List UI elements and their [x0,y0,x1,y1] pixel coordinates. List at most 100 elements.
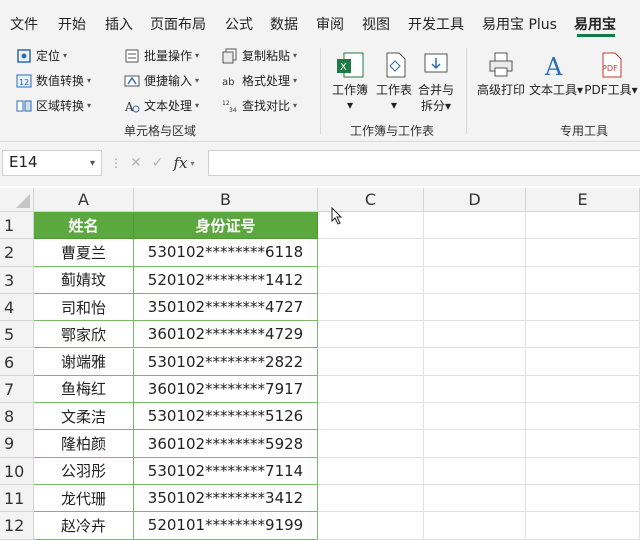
empty-cell[interactable] [526,293,640,322]
name-cell[interactable]: 鄂家欣 [34,321,134,349]
copy-paste-button[interactable]: 复制粘贴 ▾ [222,47,297,64]
id-number-cell[interactable]: 350102********4727 [134,293,318,322]
text-process-button[interactable]: A 文本处理 ▾ [124,97,199,114]
empty-cell[interactable] [424,348,526,376]
empty-cell[interactable] [318,375,424,404]
tab-data[interactable]: 数据 [270,14,298,34]
empty-cell[interactable] [526,512,640,540]
empty-cell[interactable] [318,430,424,458]
row-header[interactable]: 3 [0,266,34,294]
empty-cell[interactable] [526,485,640,513]
id-number-cell[interactable]: 350102********3412 [134,485,318,513]
row-header[interactable]: 9 [0,430,34,458]
empty-cell[interactable] [318,512,424,540]
id-number-cell[interactable]: 530102********7114 [134,457,318,485]
empty-cell[interactable] [424,239,526,267]
id-number-cell[interactable]: 360102********5928 [134,430,318,458]
id-number-cell[interactable]: 520102********1412 [134,266,318,294]
empty-cell[interactable] [318,266,424,294]
insert-function-icon[interactable]: fx [173,154,187,172]
empty-cell[interactable] [526,403,640,431]
tab-yiyongbao[interactable]: 易用宝 [574,14,616,34]
tab-file[interactable]: 文件 [10,14,38,34]
worksheet-button[interactable]: 工作表 ▾ [372,48,416,112]
name-box[interactable]: E14 ▾ [2,150,102,176]
name-cell[interactable]: 司和怡 [34,293,134,322]
empty-cell[interactable] [424,375,526,404]
name-cell[interactable]: 蓟婧玟 [34,266,134,294]
workbook-button[interactable]: X 工作簿 ▾ [328,48,372,112]
empty-cell[interactable] [526,457,640,485]
find-compare-button[interactable]: 12 34 查找对比 ▾ [222,97,297,114]
pdf-tool-button[interactable]: PDF PDF工具▾ [584,48,638,98]
tab-insert[interactable]: 插入 [105,14,133,34]
empty-cell[interactable] [318,457,424,485]
name-cell[interactable]: 谢端雅 [34,348,134,376]
empty-cell[interactable] [318,348,424,376]
name-cell[interactable]: 赵冷卉 [34,512,134,540]
id-number-cell[interactable]: 530102********2822 [134,348,318,376]
row-header[interactable]: 5 [0,321,34,349]
row-header[interactable]: 8 [0,403,34,431]
empty-cell[interactable] [526,348,640,376]
tab-developer[interactable]: 开发工具 [408,14,464,34]
area-convert-button[interactable]: 区域转换 ▾ [16,97,91,114]
empty-cell[interactable] [424,212,526,240]
quick-input-button[interactable]: 便捷输入 ▾ [124,72,199,89]
empty-cell[interactable] [424,430,526,458]
column-header-b[interactable]: B [134,188,318,212]
empty-cell[interactable] [424,403,526,431]
row-header[interactable]: 11 [0,485,34,513]
empty-cell[interactable] [526,212,640,240]
merge-split-button[interactable]: 合并与 拆分▾ [414,48,458,114]
name-cell[interactable]: 文柔洁 [34,403,134,431]
id-number-cell[interactable]: 520101********9199 [134,512,318,540]
row-header[interactable]: 10 [0,457,34,485]
cancel-icon[interactable]: ✕ [130,155,142,171]
empty-cell[interactable] [526,430,640,458]
tab-review[interactable]: 审阅 [316,14,344,34]
tab-yiyongbao-plus[interactable]: 易用宝 Plus [482,14,557,34]
format-process-button[interactable]: ab 格式处理 ▾ [222,72,297,89]
name-cell[interactable]: 鱼梅红 [34,375,134,404]
row-header[interactable]: 4 [0,293,34,322]
id-number-cell[interactable]: 530102********5126 [134,403,318,431]
row-header[interactable]: 7 [0,375,34,404]
tab-home[interactable]: 开始 [58,14,86,34]
name-cell[interactable]: 龙代珊 [34,485,134,513]
empty-cell[interactable] [424,266,526,294]
table-header-cell[interactable]: 身份证号 [134,212,318,240]
empty-cell[interactable] [526,239,640,267]
empty-cell[interactable] [424,512,526,540]
tab-formulas[interactable]: 公式 [225,14,253,34]
adv-print-button[interactable]: 高级打印 [474,48,528,98]
tab-view[interactable]: 视图 [362,14,390,34]
empty-cell[interactable] [318,321,424,349]
name-cell[interactable]: 曹夏兰 [34,239,134,267]
formula-input[interactable] [208,150,640,176]
column-header-a[interactable]: A [34,188,134,212]
column-header-e[interactable]: E [526,188,640,212]
empty-cell[interactable] [424,485,526,513]
id-number-cell[interactable]: 360102********4729 [134,321,318,349]
name-cell[interactable]: 公羽彤 [34,457,134,485]
row-header[interactable]: 12 [0,512,34,540]
tab-page-layout[interactable]: 页面布局 [150,14,206,34]
select-all-corner[interactable] [0,188,34,212]
num-convert-button[interactable]: 12 数值转换 ▾ [16,72,91,89]
id-number-cell[interactable]: 530102********6118 [134,239,318,267]
empty-cell[interactable] [318,293,424,322]
empty-cell[interactable] [318,485,424,513]
name-cell[interactable]: 隆柏颜 [34,430,134,458]
locate-button[interactable]: 定位 ▾ [16,47,67,64]
table-header-cell[interactable]: 姓名 [34,212,134,240]
empty-cell[interactable] [318,239,424,267]
empty-cell[interactable] [526,375,640,404]
row-header[interactable]: 1 [0,212,34,240]
row-header[interactable]: 2 [0,239,34,267]
empty-cell[interactable] [318,403,424,431]
empty-cell[interactable] [424,457,526,485]
batch-ops-button[interactable]: 批量操作 ▾ [124,47,199,64]
empty-cell[interactable] [424,293,526,322]
empty-cell[interactable] [526,321,640,349]
